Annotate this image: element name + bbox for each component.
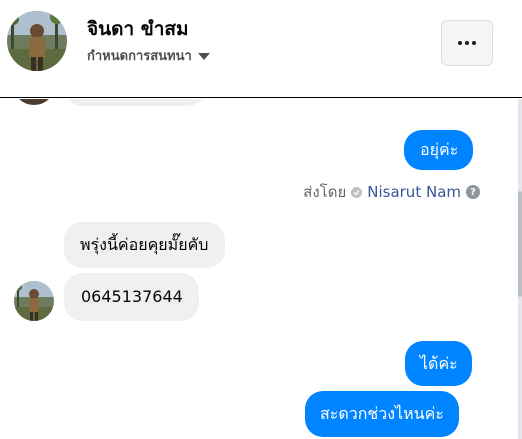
- message-bubble-outgoing[interactable]: อยุ่ค่ะ: [404, 130, 474, 170]
- contact-avatar-partial: [14, 99, 54, 105]
- contact-name: จินดา ขำสม: [87, 18, 189, 40]
- message-thread[interactable]: อยุ่ค่ะ ส่งโดย Nisarut Nam ? พรุ่งนี้ค่อ…: [0, 99, 522, 439]
- scrollbar-thumb[interactable]: [518, 191, 522, 297]
- contact-avatar-small[interactable]: [14, 281, 54, 321]
- sender-name-link[interactable]: Nisarut Nam: [367, 183, 461, 201]
- message-bubble-incoming[interactable]: 0645137644: [64, 273, 199, 321]
- conversation-settings-dropdown[interactable]: กำหนดการสนทนา: [87, 45, 210, 66]
- conversation-header: จินดา ขำสม กำหนดการสนทนา: [0, 0, 522, 98]
- message-bubble-outgoing[interactable]: ได้ค่ะ: [405, 341, 472, 386]
- more-options-button[interactable]: [441, 20, 493, 66]
- help-icon[interactable]: ?: [466, 185, 480, 199]
- message-bubble-incoming[interactable]: พรุ่งนี้ค่อยคุยมั๊ยคับ: [64, 222, 226, 268]
- caret-down-icon: [197, 53, 210, 60]
- message-bubble-outgoing[interactable]: สะดวกช่วงไหนค่ะ: [305, 391, 459, 437]
- contact-avatar[interactable]: [7, 11, 67, 71]
- sent-by-prefix: ส่งโดย: [303, 183, 347, 201]
- more-options-icon: [458, 41, 462, 45]
- conversation-settings-label: กำหนดการสนทนา: [87, 49, 192, 64]
- sent-by-info: ส่งโดย Nisarut Nam ?: [303, 180, 480, 204]
- message-bubble-partial: [64, 99, 206, 106]
- check-circle-icon: [351, 186, 363, 198]
